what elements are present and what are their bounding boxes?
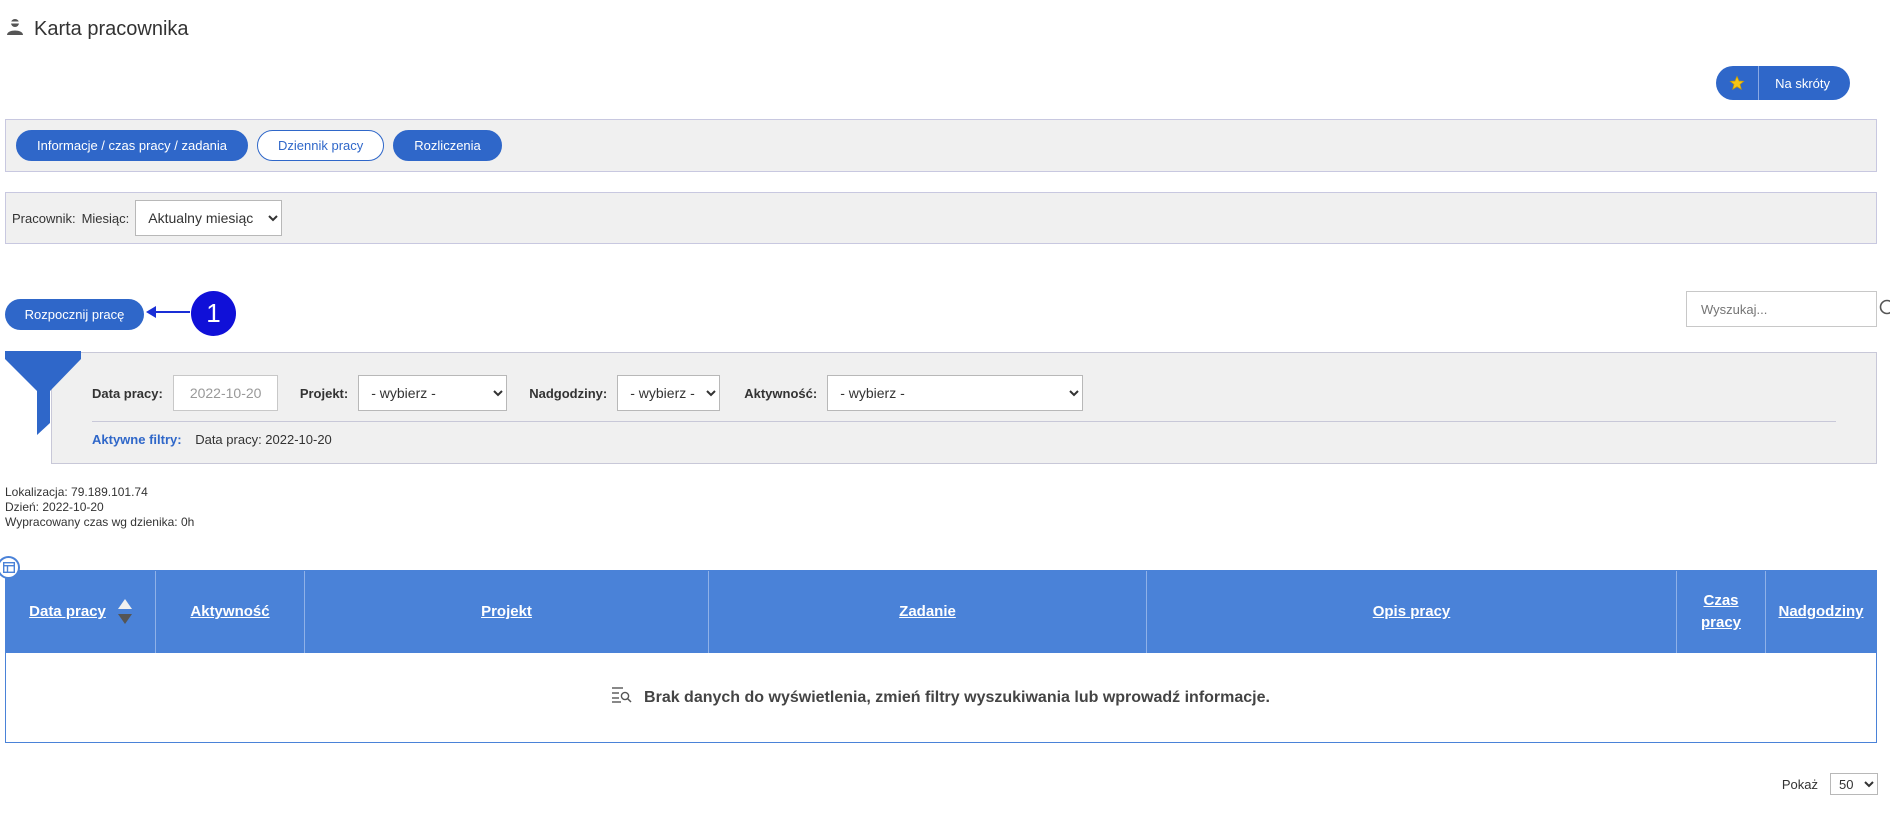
search-input[interactable]: [1687, 300, 1879, 318]
page-size-control: Pokaż 50: [1782, 773, 1878, 795]
work-info: Lokalizacja: 79.189.101.74 Dzień: 2022-1…: [5, 485, 194, 530]
filter-funnel-icon: [5, 351, 81, 442]
month-select[interactable]: Aktualny miesiąc: [135, 200, 283, 236]
empty-message: Brak danych do wyświetlenia, zmień filtr…: [644, 688, 1270, 706]
active-filters: Aktywne filtry: Data pracy: 2022-10-20: [92, 432, 332, 447]
tab-dziennik-pracy[interactable]: Dziennik pracy: [257, 130, 385, 161]
empty-state: Brak danych do wyświetlenia, zmień filtr…: [6, 653, 1876, 742]
annotation-arrowhead: [146, 306, 156, 318]
work-time-label-line1: Czas: [1703, 592, 1739, 609]
search-icon[interactable]: [1879, 299, 1890, 319]
column-header-date[interactable]: Data pracy: [6, 571, 156, 653]
column-header-description[interactable]: Opis pracy: [1147, 571, 1677, 653]
tab-rozliczenia[interactable]: Rozliczenia: [393, 130, 502, 161]
shortcuts-label: Na skróty: [1759, 66, 1850, 100]
work-time-label-line2: pracy: [1700, 614, 1742, 631]
employee-label: Pracownik:: [12, 210, 76, 226]
page-size-label: Pokaż: [1781, 776, 1818, 792]
tabs-bar: Informacje / czas pracy / zadania Dzienn…: [5, 119, 1877, 172]
overtime-filter-select[interactable]: - wybierz -: [617, 375, 721, 411]
date-filter-label: Data pracy:: [92, 385, 163, 401]
filter-row: Data pracy: 2022-10-20 Projekt: - wybier…: [92, 375, 1084, 411]
column-header-overtime[interactable]: Nadgodziny: [1766, 571, 1876, 653]
tab-informacje[interactable]: Informacje / czas pracy / zadania: [16, 130, 249, 161]
page-size-select[interactable]: 50: [1830, 773, 1878, 795]
shortcuts-button[interactable]: Na skróty: [1716, 66, 1850, 100]
filter-divider: [92, 421, 1836, 422]
column-header-project[interactable]: Projekt: [305, 571, 709, 653]
page-title: Karta pracownika: [34, 18, 189, 40]
project-filter-select[interactable]: - wybierz -: [358, 375, 508, 411]
date-filter-input[interactable]: 2022-10-20: [172, 375, 278, 411]
user-icon: [6, 18, 24, 41]
column-header-activity[interactable]: Aktywność: [156, 571, 305, 653]
overtime-filter-label: Nadgodziny:: [529, 385, 608, 401]
table-header: Data pracy Aktywność Projekt Zadanie Opi…: [6, 571, 1876, 653]
active-filters-label: Aktywne filtry:: [92, 432, 182, 447]
work-log-table: Data pracy Aktywność Projekt Zadanie Opi…: [5, 570, 1877, 743]
star-icon: [1716, 66, 1760, 100]
project-filter-label: Projekt:: [299, 385, 349, 401]
empty-search-icon: [612, 686, 632, 709]
search-box: [1686, 291, 1890, 327]
month-label: Miesiąc:: [81, 210, 130, 226]
start-work-button[interactable]: Rozpocznij pracę: [5, 299, 144, 330]
day-info: Dzień: 2022-10-20: [5, 500, 104, 514]
employee-bar: Pracownik: Miesiąc: Aktualny miesiąc: [5, 192, 1877, 244]
annotation-badge: 1: [191, 291, 236, 336]
sort-icon[interactable]: [117, 599, 132, 625]
active-filters-value: Data pracy: 2022-10-20: [195, 432, 332, 447]
column-date-label: Data pracy: [29, 603, 106, 620]
worked-time-info: Wypracowany czas wg dzienika: 0h: [5, 515, 195, 529]
location-info: Lokalizacja: 79.189.101.74: [5, 485, 148, 499]
filter-panel: Data pracy: 2022-10-20 Projekt: - wybier…: [51, 352, 1877, 464]
column-header-task[interactable]: Zadanie: [709, 571, 1147, 653]
page-header: Karta pracownika: [6, 18, 189, 41]
activity-filter-select[interactable]: - wybierz -: [827, 375, 1084, 411]
activity-filter-label: Aktywność:: [744, 385, 818, 401]
column-header-work-time[interactable]: Czas pracy: [1677, 571, 1766, 653]
